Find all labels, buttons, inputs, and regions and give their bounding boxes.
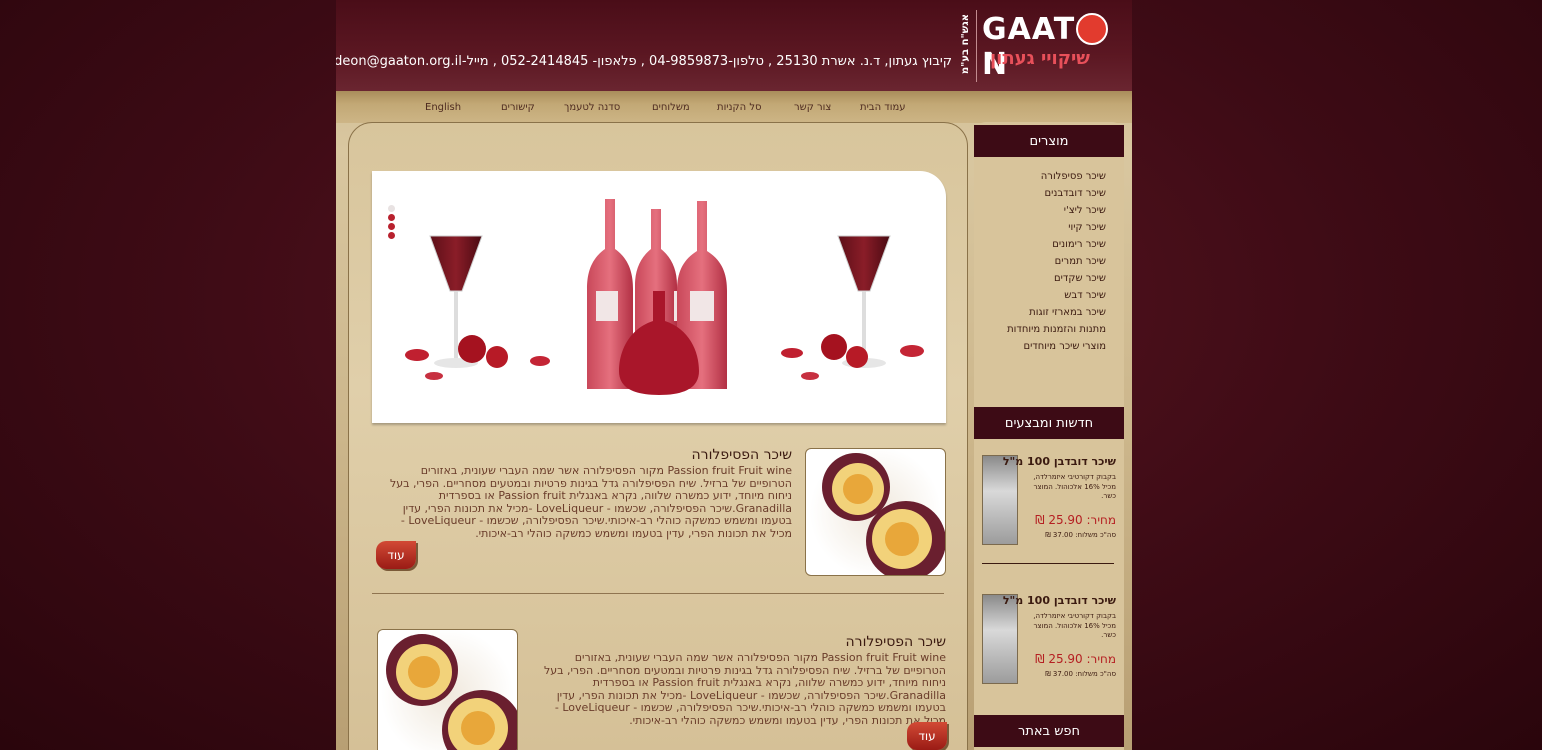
- passion-fruit-icon: [386, 634, 517, 750]
- article-1: שיכר הפסיפלורה Passion fruit Fruit wine …: [376, 447, 792, 541]
- banner-slideshow[interactable]: [372, 171, 946, 423]
- product-link[interactable]: שיכר קיוי: [1007, 219, 1106, 236]
- logo-brand: GAATN: [982, 12, 1126, 82]
- bottles: [587, 199, 727, 395]
- news-item[interactable]: שיכר דובדבן 100 מ"ל בקבוק דקורטיבי איזמר…: [982, 455, 1116, 547]
- product-link[interactable]: שיכר דבש: [1007, 287, 1106, 304]
- product-link[interactable]: מתנות והזמנות מיוחדות: [1007, 321, 1106, 338]
- news-item-desc: בקבוק דקורטיבי איזמרלדה, מכיל 16% אלכוהו…: [1033, 612, 1116, 639]
- products-heading: מוצרים: [974, 125, 1124, 157]
- news-divider: [982, 563, 1114, 564]
- logo-subtitle: שיקויי געתון: [990, 48, 1090, 69]
- product-link[interactable]: שיכר ליצ'י: [1007, 202, 1106, 219]
- article-title[interactable]: שיכר הפסיפלורה: [530, 634, 946, 650]
- article-body: Passion fruit Fruit wine מקור הפסיפלורה …: [543, 651, 946, 727]
- roses-right: [781, 334, 924, 380]
- news-item-title[interactable]: שיכר דובדבן 100 מ"ל: [1003, 455, 1116, 468]
- news-item[interactable]: שיכר דובדבן 100 מ"ל בקבוק דקורטיבי איזמר…: [982, 594, 1116, 686]
- banner-image: [405, 199, 924, 395]
- logo-o-icon: [1076, 12, 1109, 45]
- product-link[interactable]: שיכר פסיפלורה: [1007, 168, 1106, 185]
- passion-fruit-icon: [822, 453, 945, 575]
- logo-divider: [976, 10, 977, 82]
- news-item-price: מחיר: 25.90 ₪: [1035, 513, 1116, 527]
- nav-home[interactable]: עמוד הבית: [860, 102, 906, 113]
- sidebar: מוצרים שיכר פסיפלורה שיכר דובדבנים שיכר …: [974, 122, 1124, 750]
- nav-cart[interactable]: סל הקניות: [717, 102, 762, 113]
- product-link[interactable]: מוצרי שיכר מיוחדים: [1007, 338, 1106, 355]
- article-image-2[interactable]: [377, 629, 518, 750]
- news-item-shipping: סה"כ משלוח: 37.00 ₪: [1045, 670, 1116, 678]
- roses-left: [405, 335, 550, 380]
- logo-tagline: אגש"ח בע"מ: [960, 14, 971, 75]
- product-link[interactable]: שיכר שקדים: [1007, 270, 1106, 287]
- bottle-icon[interactable]: [982, 455, 1018, 545]
- nav-contact[interactable]: צור קשר: [794, 102, 831, 113]
- site-header: קיבוץ געתון, ד.נ. אשרת 25130 , טלפון-04-…: [336, 0, 1132, 91]
- bottle-icon[interactable]: [982, 594, 1018, 684]
- news-item-price: מחיר: 25.90 ₪: [1035, 652, 1116, 666]
- logo[interactable]: אגש"ח בע"מ GAATN שיקויי געתון: [956, 6, 1126, 84]
- main-nav: עמוד הבית צור קשר סל הקניות משלוחים סדנה…: [336, 91, 1132, 123]
- article-body: Passion fruit Fruit wine מקור הפסיפלורה …: [389, 464, 792, 540]
- product-link[interactable]: שיכר במארזי זוגות: [1007, 304, 1106, 321]
- search-heading: חפש באתר: [974, 715, 1124, 747]
- nav-shipping[interactable]: משלוחים: [652, 102, 690, 113]
- news-heading: חדשות ומבצעים: [974, 407, 1124, 439]
- news-item-title[interactable]: שיכר דובדבן 100 מ"ל: [1003, 594, 1116, 607]
- nav-english[interactable]: English: [425, 102, 461, 113]
- contact-info: קיבוץ געתון, ד.נ. אשרת 25130 , טלפון-04-…: [336, 54, 952, 69]
- nav-links[interactable]: קישורים: [501, 102, 535, 113]
- article-2: שיכר הפסיפלורה Passion fruit Fruit wine …: [530, 634, 946, 728]
- article-title[interactable]: שיכר הפסיפלורה: [376, 447, 792, 463]
- news-item-shipping: סה"כ משלוח: 37.00 ₪: [1045, 531, 1116, 539]
- article-separator: [372, 593, 944, 594]
- product-link[interactable]: שיכר דובדבנים: [1007, 185, 1106, 202]
- news-item-desc: בקבוק דקורטיבי איזמרלדה, מכיל 16% אלכוהו…: [1033, 473, 1116, 500]
- product-link[interactable]: שיכר תמרים: [1007, 253, 1106, 270]
- article-image-1[interactable]: [805, 448, 946, 576]
- products-list: שיכר פסיפלורה שיכר דובדבנים שיכר ליצ'י ש…: [1007, 168, 1106, 355]
- nav-workshop[interactable]: סדנה לטעמך: [564, 102, 620, 113]
- product-link[interactable]: שיכר רימונים: [1007, 236, 1106, 253]
- site-container: קיבוץ געתון, ד.נ. אשרת 25130 , טלפון-04-…: [336, 0, 1132, 750]
- more-button[interactable]: עוד: [376, 541, 416, 569]
- logo-brand-pre: GAAT: [982, 12, 1076, 47]
- more-button[interactable]: עוד: [907, 722, 947, 750]
